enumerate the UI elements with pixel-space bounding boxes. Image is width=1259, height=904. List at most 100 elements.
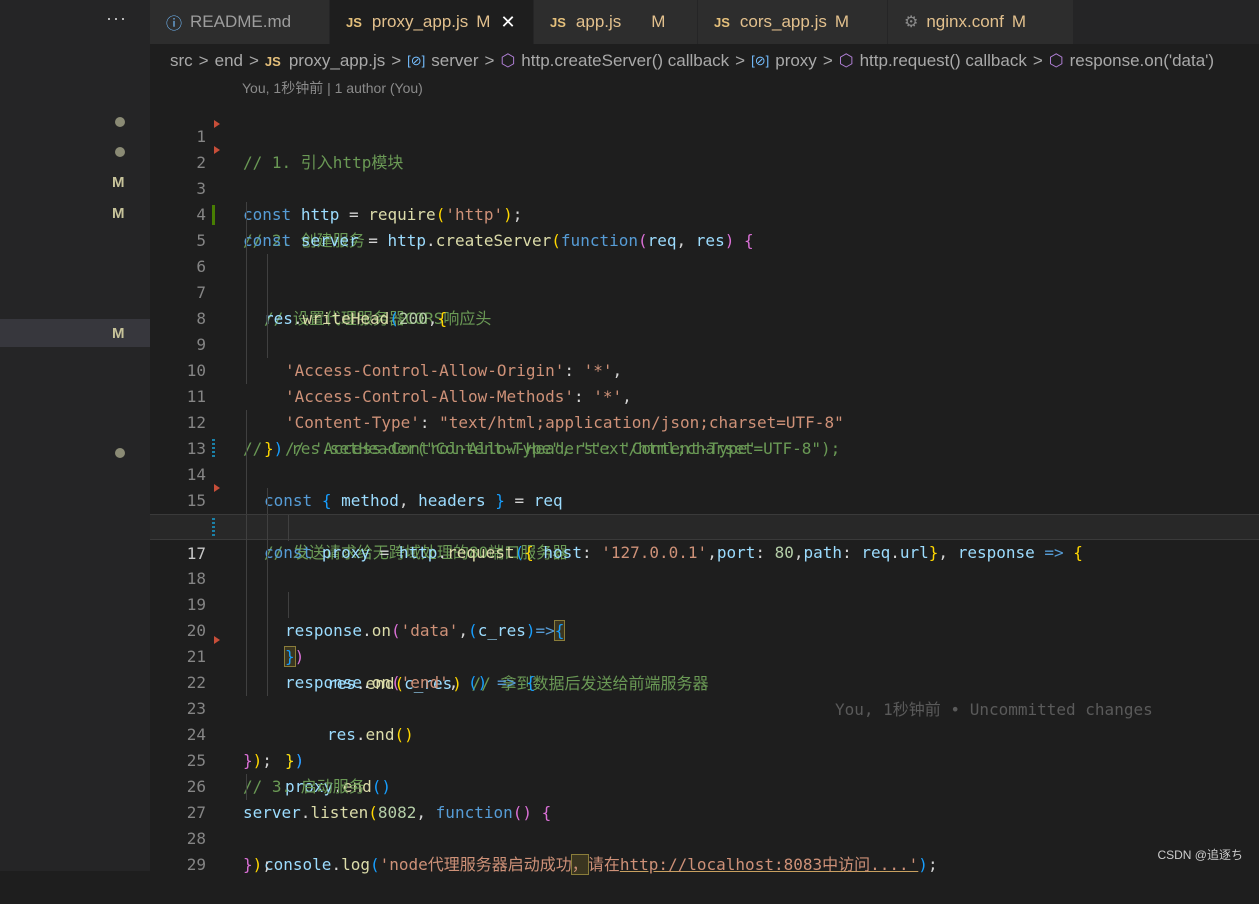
tab-cors-app[interactable]: JS cors_app.js M bbox=[698, 0, 888, 44]
chevron-right-icon: > bbox=[391, 51, 402, 70]
indent-guide bbox=[288, 515, 289, 541]
code-token: ， bbox=[570, 854, 589, 875]
modified-badge: M bbox=[1011, 12, 1027, 31]
indent-guide bbox=[288, 592, 289, 618]
close-icon[interactable]: ✕ bbox=[500, 12, 515, 33]
method-cube-icon: ⬡ bbox=[1048, 51, 1064, 70]
modified-line-marker[interactable] bbox=[212, 439, 215, 459]
code-line[interactable]: 5 // 设置代理服务器CORS响应头 bbox=[150, 202, 1259, 328]
deleted-lines-marker[interactable] bbox=[214, 484, 220, 492]
code-token: http://localhost:8083中访问....' bbox=[619, 855, 919, 874]
code-line[interactable]: 13 const { method, headers } = req bbox=[150, 410, 1259, 510]
code-line[interactable]: 28 }); bbox=[150, 800, 1259, 874]
gear-icon: ⚙ bbox=[904, 14, 919, 31]
variable-symbol-icon: [⊘] bbox=[407, 53, 426, 68]
chevron-right-icon: > bbox=[198, 51, 209, 70]
breadcrumb-item[interactable]: http.createServer() callback bbox=[521, 51, 729, 71]
breadcrumb-item[interactable]: server bbox=[431, 51, 478, 71]
indent-guide bbox=[246, 618, 247, 644]
breadcrumb-item[interactable]: proxy_app.js bbox=[289, 51, 385, 71]
more-actions-icon[interactable]: ··· bbox=[106, 8, 127, 29]
chevron-right-icon: > bbox=[484, 51, 495, 70]
code-line[interactable]: 8 'Access-Control-Allow-Methods': '*', bbox=[150, 280, 1259, 406]
indent-guide bbox=[267, 488, 268, 514]
deleted-lines-marker[interactable] bbox=[214, 146, 220, 154]
tab-label: README.md bbox=[190, 12, 292, 31]
code-line[interactable]: 3 // 2. 创建服务 bbox=[150, 146, 1259, 250]
info-icon: ⓘ bbox=[166, 16, 183, 33]
changed-dot-indicator bbox=[115, 117, 125, 127]
added-line-marker[interactable] bbox=[212, 205, 215, 225]
code-token: log bbox=[341, 855, 370, 874]
indent-guide bbox=[246, 774, 247, 800]
breadcrumb-item[interactable]: proxy bbox=[775, 51, 817, 71]
indent-guide bbox=[246, 644, 247, 670]
code-token: ; bbox=[262, 855, 272, 874]
code-line[interactable]: 1 // 1. 引入http模块 bbox=[150, 98, 1259, 172]
changed-dot-indicator bbox=[115, 448, 125, 458]
code-line[interactable]: 29 bbox=[150, 826, 1259, 874]
code-line[interactable]: 21 }) bbox=[150, 618, 1259, 770]
javascript-file-icon: JS bbox=[264, 53, 281, 69]
tab-label: nginx.conf bbox=[926, 12, 1004, 31]
explorer-selected-row[interactable] bbox=[0, 319, 150, 347]
code-line[interactable]: 15 const proxy = http.request({ host: '1… bbox=[150, 462, 1259, 562]
codelens-blame-header[interactable]: You, 1秒钟前 | 1 author (You) bbox=[242, 78, 423, 98]
tab-app[interactable]: JS app.js M bbox=[534, 0, 698, 44]
code-line[interactable]: 12 // res.setHeader("Content-Type", "tex… bbox=[150, 384, 1259, 458]
indent-guide bbox=[246, 358, 247, 384]
code-line[interactable]: 10 // 'Access-Control-Allow-Headers': 'C… bbox=[150, 332, 1259, 458]
code-line[interactable]: 25 // 3. 启动服务 bbox=[150, 722, 1259, 796]
chevron-right-icon: > bbox=[248, 51, 259, 70]
breadcrumb-item[interactable]: response.on('data') bbox=[1070, 51, 1214, 71]
breadcrumb-item[interactable]: src bbox=[170, 51, 193, 71]
code-token: ) bbox=[252, 855, 263, 874]
code-line[interactable]: 16 response.on('data',(c_res)=>{ bbox=[150, 484, 1259, 641]
code-token: . bbox=[331, 855, 342, 874]
method-cube-icon: ⬡ bbox=[838, 51, 854, 70]
code-line[interactable]: 24 }); bbox=[150, 696, 1259, 770]
indent-guide bbox=[246, 306, 247, 332]
code-token: } bbox=[243, 855, 253, 874]
code-line[interactable]: 11 }) bbox=[150, 358, 1259, 458]
tab-label: app.js bbox=[575, 12, 622, 31]
breadcrumb-item[interactable]: http.request() callback bbox=[860, 51, 1027, 71]
modified-line-marker[interactable] bbox=[212, 518, 215, 538]
code-line[interactable]: 26 server.listen(8082, function() { bbox=[150, 748, 1259, 822]
indent-guide bbox=[267, 515, 268, 541]
explorer-sidebar: ··· M M M bbox=[0, 0, 150, 871]
code-line[interactable]: 6 res.writeHead(200,{ bbox=[150, 228, 1259, 328]
code-token: 'node代理服务器启动成功 bbox=[379, 855, 572, 874]
code-line[interactable]: 7 'Access-Control-Allow-Origin': '*', bbox=[150, 254, 1259, 380]
deleted-lines-marker[interactable] bbox=[214, 120, 220, 128]
indent-guide bbox=[246, 332, 247, 358]
code-line[interactable]: 18 }) bbox=[150, 540, 1259, 667]
tab-proxy-app[interactable]: JS proxy_app.js M ✕ bbox=[330, 0, 534, 44]
code-line[interactable]: 27 console.log('node代理服务器启动成功，请在http://l… bbox=[150, 774, 1259, 875]
chevron-right-icon: > bbox=[1032, 51, 1043, 70]
indent-guide bbox=[246, 202, 247, 228]
chevron-right-icon: > bbox=[735, 51, 746, 70]
code-line[interactable]: 2 const http = require('http'); bbox=[150, 120, 1259, 224]
breadcrumb-item[interactable]: end bbox=[215, 51, 243, 71]
tab-nginx-conf[interactable]: ⚙ nginx.conf M bbox=[888, 0, 1074, 44]
code-line[interactable]: 19 response.on('end', () => { bbox=[150, 566, 1259, 692]
code-line[interactable]: 9 'Content-Type': "text/html;application… bbox=[150, 306, 1259, 432]
code-line[interactable]: 20 res.end() bbox=[150, 592, 1259, 744]
code-line-current[interactable]: 17 res.end(c_res) // 拿到数据后发送给前端服务器 You, … bbox=[150, 514, 1259, 719]
indent-guide bbox=[246, 540, 247, 566]
code-line[interactable]: 14 // 发送请求给无跨域处理的80端口服务器 bbox=[150, 436, 1259, 562]
editor-tab-bar: ⓘ README.md JS proxy_app.js M ✕ JS app.j… bbox=[150, 0, 1259, 44]
javascript-file-icon: JS bbox=[550, 14, 566, 30]
code-line[interactable]: 23 proxy.end() bbox=[150, 670, 1259, 796]
code-line[interactable]: 22 }) bbox=[150, 644, 1259, 770]
tab-readme[interactable]: ⓘ README.md bbox=[150, 0, 330, 44]
indent-guide bbox=[267, 306, 268, 332]
code-token: ( bbox=[369, 855, 380, 874]
deleted-lines-marker[interactable] bbox=[214, 636, 220, 644]
indent-guide bbox=[267, 254, 268, 280]
code-token: ; bbox=[927, 855, 938, 874]
code-line[interactable]: 4 const server = http.createServer(funct… bbox=[150, 176, 1259, 250]
indent-guide bbox=[246, 462, 247, 488]
line-number: 29 bbox=[186, 855, 206, 874]
